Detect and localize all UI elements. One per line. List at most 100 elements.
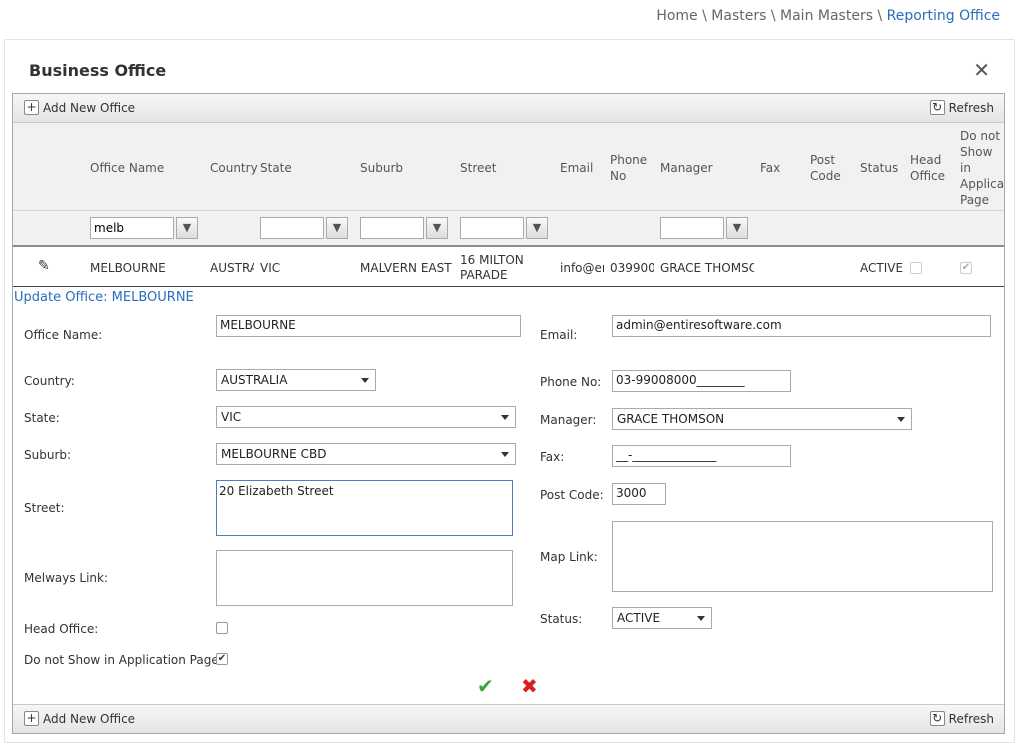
- fax-label: Fax:: [540, 450, 565, 464]
- col-office-name[interactable]: Office Name: [90, 160, 164, 176]
- add-new-office-button[interactable]: + Add New Office: [24, 711, 135, 726]
- cell-status: ACTIVE: [860, 261, 904, 275]
- filter-icon[interactable]: ▼: [326, 217, 348, 239]
- filter-manager-input[interactable]: [660, 217, 724, 239]
- col-status[interactable]: Status: [860, 160, 898, 176]
- col-head-office[interactable]: Head Office: [910, 152, 948, 184]
- post-code-input[interactable]: 3000: [612, 483, 666, 505]
- filter-office-name-input[interactable]: [90, 217, 174, 239]
- melways-link-textarea[interactable]: [216, 550, 513, 606]
- office-name-input[interactable]: MELBOURNE: [216, 315, 521, 337]
- suburb-select[interactable]: MELBOURNE CBD: [216, 443, 516, 465]
- cell-do-not-show-checkbox: ✔: [960, 262, 972, 274]
- do-not-show-checkbox[interactable]: ✔: [216, 653, 228, 665]
- table-row[interactable]: ✎ MELBOURNE AUSTRA VIC MALVERN EAST 16 M…: [13, 249, 1004, 287]
- grid-toolbar-top: + Add New Office ↻ Refresh: [13, 94, 1004, 123]
- country-label: Country:: [24, 374, 75, 388]
- office-grid: + Add New Office ↻ Refresh Office Name C…: [12, 93, 1005, 734]
- col-state[interactable]: State: [260, 160, 292, 176]
- breadcrumb-main-masters[interactable]: Main Masters: [780, 8, 873, 24]
- filter-icon[interactable]: ▼: [426, 217, 448, 239]
- email-input[interactable]: admin@entiresoftware.com: [612, 315, 991, 337]
- col-manager[interactable]: Manager: [660, 160, 713, 176]
- suburb-label: Suburb:: [24, 448, 72, 462]
- col-post-code[interactable]: Post Code: [810, 152, 844, 184]
- panel-title: Business Office: [29, 61, 167, 80]
- cell-state: VIC: [260, 261, 281, 275]
- cell-email: info@er: [560, 261, 604, 275]
- edit-icon[interactable]: ✎: [38, 259, 50, 274]
- col-do-not-show[interactable]: Do not Show in Applicat Page: [960, 128, 1004, 208]
- refresh-label: Refresh: [948, 711, 994, 726]
- map-link-textarea[interactable]: [612, 521, 993, 592]
- cell-office-name: MELBOURNE: [90, 261, 166, 275]
- breadcrumb-home[interactable]: Home: [656, 8, 697, 24]
- plus-icon: +: [24, 100, 39, 115]
- refresh-button[interactable]: ↻ Refresh: [929, 100, 994, 115]
- cell-phone: 0399008: [610, 261, 654, 275]
- filter-icon[interactable]: ▼: [726, 217, 748, 239]
- breadcrumb-separator: \: [877, 8, 883, 24]
- post-code-label: Post Code:: [540, 488, 604, 502]
- status-value: ACTIVE: [617, 611, 661, 625]
- breadcrumb: Home \ Masters \ Main Masters \ Reportin…: [656, 8, 1000, 24]
- manager-select[interactable]: GRACE THOMSON: [612, 408, 912, 430]
- country-value: AUSTRALIA: [221, 373, 288, 387]
- col-suburb[interactable]: Suburb: [360, 160, 403, 176]
- grid-header: Office Name Country State Suburb Street …: [13, 123, 1004, 211]
- filter-suburb-input[interactable]: [360, 217, 424, 239]
- chevron-down-icon: [897, 417, 905, 422]
- close-icon[interactable]: ✕: [973, 58, 990, 82]
- manager-value: GRACE THOMSON: [617, 412, 725, 426]
- refresh-icon: ↻: [929, 711, 945, 726]
- col-phone-no[interactable]: Phone No: [610, 152, 650, 184]
- col-email[interactable]: Email: [560, 160, 593, 176]
- state-select[interactable]: VIC: [216, 406, 516, 428]
- state-label: State:: [24, 411, 60, 425]
- cancel-x-icon[interactable]: ✖: [521, 674, 538, 698]
- cell-head-office-checkbox: [910, 262, 922, 274]
- add-new-office-label: Add New Office: [43, 711, 136, 726]
- street-label: Street:: [24, 501, 65, 515]
- update-office-title: Update Office: MELBOURNE: [14, 290, 194, 305]
- suburb-value: MELBOURNE CBD: [221, 447, 327, 461]
- head-office-checkbox[interactable]: [216, 622, 228, 634]
- add-new-office-label: Add New Office: [43, 100, 136, 115]
- street-textarea[interactable]: 20 Elizabeth Street: [216, 480, 513, 536]
- cell-manager: GRACE THOMSOI: [660, 261, 754, 275]
- col-street[interactable]: Street: [460, 160, 496, 176]
- manager-label: Manager:: [540, 413, 597, 427]
- filter-icon[interactable]: ▼: [176, 217, 198, 239]
- status-label: Status:: [540, 612, 583, 626]
- breadcrumb-separator: \: [770, 8, 776, 24]
- filter-state-input[interactable]: [260, 217, 324, 239]
- fax-input[interactable]: __-______________: [612, 445, 791, 467]
- state-value: VIC: [221, 410, 242, 424]
- col-fax[interactable]: Fax: [760, 160, 780, 176]
- refresh-icon: ↻: [929, 100, 945, 115]
- office-name-label: Office Name:: [24, 328, 103, 342]
- status-select[interactable]: ACTIVE: [612, 607, 712, 629]
- melways-link-label: Melways Link:: [24, 571, 109, 585]
- do-not-show-label: Do not Show in Application Page:: [24, 653, 223, 667]
- chevron-down-icon: [501, 452, 509, 457]
- filter-street-input[interactable]: [460, 217, 524, 239]
- chevron-down-icon: [501, 415, 509, 420]
- add-new-office-button[interactable]: + Add New Office: [24, 100, 135, 115]
- map-link-label: Map Link:: [540, 550, 598, 564]
- breadcrumb-current: Reporting Office: [886, 8, 1000, 24]
- col-country[interactable]: Country: [210, 160, 258, 176]
- head-office-label: Head Office:: [24, 622, 99, 636]
- phone-no-input[interactable]: 03-99008000________: [612, 370, 791, 392]
- filter-row: ▼ ▼ ▼ ▼ ▼: [13, 211, 1004, 247]
- chevron-down-icon: [697, 616, 705, 621]
- save-checkmark-icon[interactable]: ✔: [477, 674, 494, 698]
- plus-icon: +: [24, 711, 39, 726]
- refresh-button[interactable]: ↻ Refresh: [929, 711, 994, 726]
- cell-country: AUSTRA: [210, 261, 254, 275]
- breadcrumb-masters[interactable]: Masters: [711, 8, 766, 24]
- cell-street: 16 MILTON PARADE: [460, 253, 524, 282]
- country-select[interactable]: AUSTRALIA: [216, 369, 376, 391]
- filter-icon[interactable]: ▼: [526, 217, 548, 239]
- cell-suburb: MALVERN EAST: [360, 261, 452, 275]
